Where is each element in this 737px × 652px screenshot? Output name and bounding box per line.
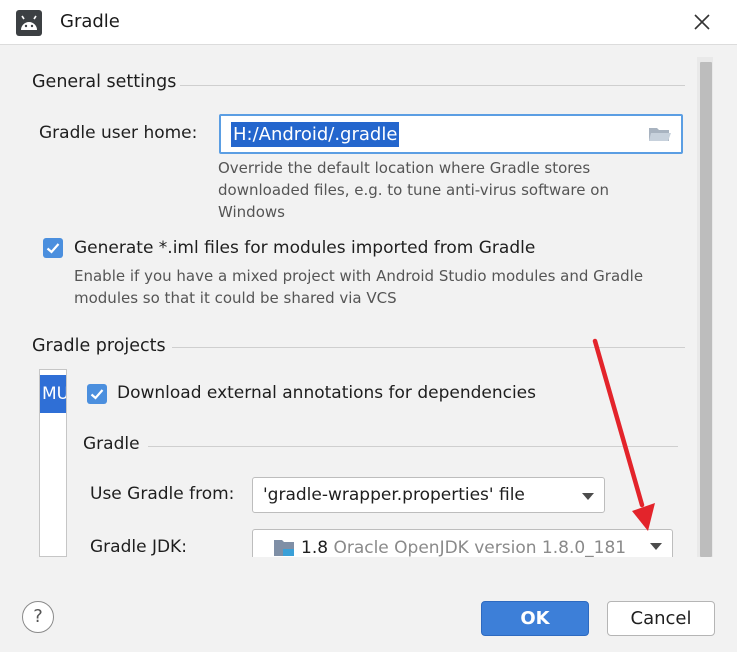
generate-iml-checkbox[interactable] xyxy=(43,238,63,258)
window-title: Gradle xyxy=(60,11,120,32)
general-settings-divider xyxy=(180,85,685,86)
chevron-down-icon xyxy=(650,543,662,550)
gradle-jdk-label: Gradle JDK: xyxy=(90,537,187,557)
gradle-user-home-label: Gradle user home: xyxy=(39,123,198,143)
gradle-subsection-title: Gradle xyxy=(83,434,140,454)
general-settings-title: General settings xyxy=(32,72,177,92)
gradle-user-home-value[interactable]: H:/Android/.gradle xyxy=(231,122,400,147)
projects-list[interactable]: MU xyxy=(39,369,67,557)
android-icon xyxy=(16,10,42,36)
folder-icon[interactable] xyxy=(648,125,672,143)
generate-iml-hint: Enable if you have a mixed project with … xyxy=(74,267,644,307)
scrollbar-thumb[interactable] xyxy=(700,62,712,557)
generate-iml-label[interactable]: Generate *.iml files for modules importe… xyxy=(74,238,535,258)
use-gradle-from-dropdown[interactable]: 'gradle-wrapper.properties' file xyxy=(252,477,605,513)
cancel-button[interactable]: Cancel xyxy=(607,601,715,636)
gradle-jdk-value: 1.8 Oracle OpenJDK version 1.8.0_181 xyxy=(301,538,627,557)
gradle-user-home-hint: Override the default location where Grad… xyxy=(218,159,609,221)
dialog-button-bar: ? OK Cancel xyxy=(0,557,737,652)
checkmark-icon xyxy=(90,389,104,400)
jdk-folder-icon xyxy=(274,540,294,556)
use-gradle-from-value: 'gradle-wrapper.properties' file xyxy=(263,485,525,505)
close-icon[interactable] xyxy=(689,9,715,35)
checkmark-icon xyxy=(46,243,60,254)
title-bar: Gradle xyxy=(0,0,737,45)
gradle-projects-title: Gradle projects xyxy=(32,336,166,356)
ok-button[interactable]: OK xyxy=(481,601,589,636)
download-annotations-checkbox[interactable] xyxy=(87,384,107,404)
annotation-arrow-icon xyxy=(592,338,655,531)
use-gradle-from-label: Use Gradle from: xyxy=(90,484,235,504)
projects-list-item[interactable]: MU xyxy=(40,375,66,413)
download-annotations-label[interactable]: Download external annotations for depend… xyxy=(117,383,536,403)
help-button[interactable]: ? xyxy=(22,601,54,633)
gradle-user-home-field[interactable]: H:/Android/.gradle xyxy=(219,114,683,154)
